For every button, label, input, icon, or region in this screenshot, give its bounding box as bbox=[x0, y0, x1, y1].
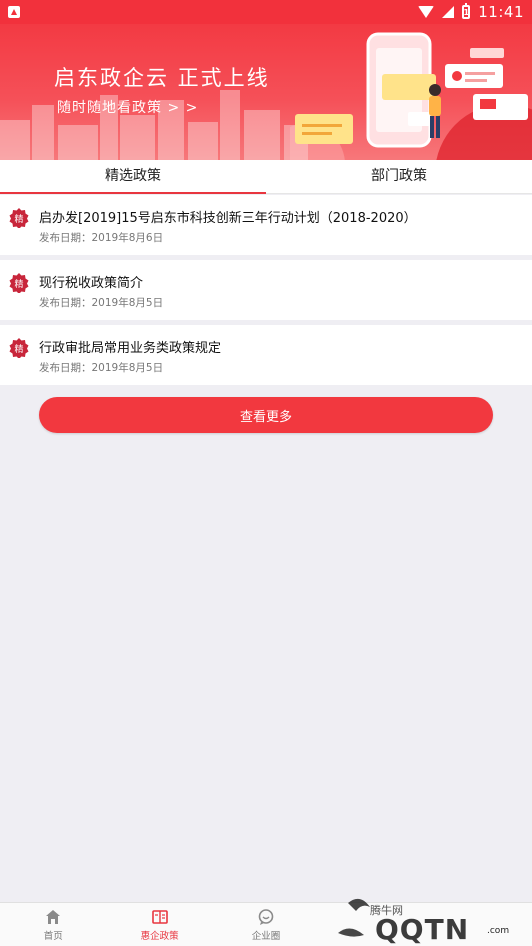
list-item[interactable]: 精 启办发[2019]15号启东市科技创新三年行动计划（2018-2020） 发… bbox=[0, 195, 532, 255]
policy-list: 精 启办发[2019]15号启东市科技创新三年行动计划（2018-2020） 发… bbox=[0, 195, 532, 390]
featured-badge-icon: 精 bbox=[9, 338, 29, 358]
wifi-icon bbox=[418, 6, 435, 18]
nav-item-policies[interactable]: 惠企政策 bbox=[106, 903, 212, 946]
tab-featured-policies[interactable]: 精选政策 bbox=[0, 160, 266, 194]
featured-badge-icon: 精 bbox=[9, 208, 29, 228]
watermark-domain: .com bbox=[487, 926, 510, 936]
policy-title: 现行税收政策简介 bbox=[39, 276, 144, 291]
home-icon bbox=[46, 910, 61, 924]
policy-title: 行政审批局常用业务类政策规定 bbox=[39, 341, 222, 356]
policy-tabs: 精选政策 部门政策 bbox=[0, 160, 532, 194]
notification-icon bbox=[8, 6, 20, 18]
banner-subtitle: 随时随地看政策 > > bbox=[57, 100, 199, 116]
tab-department-policies[interactable]: 部门政策 bbox=[266, 160, 532, 193]
clock: 11:41 bbox=[478, 3, 524, 21]
phone-illustration bbox=[290, 32, 532, 160]
watermark-text: QQTN bbox=[375, 913, 470, 946]
svg-text:精: 精 bbox=[14, 278, 23, 290]
battery-icon: 1 bbox=[462, 3, 471, 19]
nav-label: 惠企政策 bbox=[140, 931, 179, 942]
list-item[interactable]: 精 现行税收政策简介 发布日期：2019年8月5日 bbox=[0, 260, 532, 320]
banner-title: 启东政企云 正式上线 bbox=[54, 66, 270, 90]
view-more-button[interactable]: 查看更多 bbox=[39, 397, 493, 433]
list-item[interactable]: 精 行政审批局常用业务类政策规定 发布日期：2019年8月5日 bbox=[0, 325, 532, 385]
promo-banner[interactable]: 启东政企云 正式上线 随时随地看政策 > > bbox=[0, 24, 532, 160]
signal-icon bbox=[442, 6, 455, 18]
chat-bubble-icon bbox=[258, 909, 274, 925]
policy-date: 发布日期：2019年8月5日 bbox=[39, 297, 164, 309]
svg-text:精: 精 bbox=[14, 343, 23, 355]
policy-title: 启办发[2019]15号启东市科技创新三年行动计划（2018-2020） bbox=[39, 211, 417, 226]
svg-text:精: 精 bbox=[14, 213, 23, 225]
featured-badge-icon: 精 bbox=[9, 273, 29, 293]
nav-label: 首页 bbox=[43, 931, 63, 942]
status-bar: 1 11:41 bbox=[0, 0, 532, 24]
policy-date: 发布日期：2019年8月5日 bbox=[39, 362, 164, 374]
nav-item-business-circle[interactable]: 企业圈 bbox=[213, 903, 319, 946]
policy-date: 发布日期：2019年8月6日 bbox=[39, 232, 164, 244]
policy-book-icon bbox=[151, 910, 168, 924]
nav-label: 企业圈 bbox=[251, 931, 281, 942]
nav-item-home[interactable]: 首页 bbox=[0, 903, 106, 946]
